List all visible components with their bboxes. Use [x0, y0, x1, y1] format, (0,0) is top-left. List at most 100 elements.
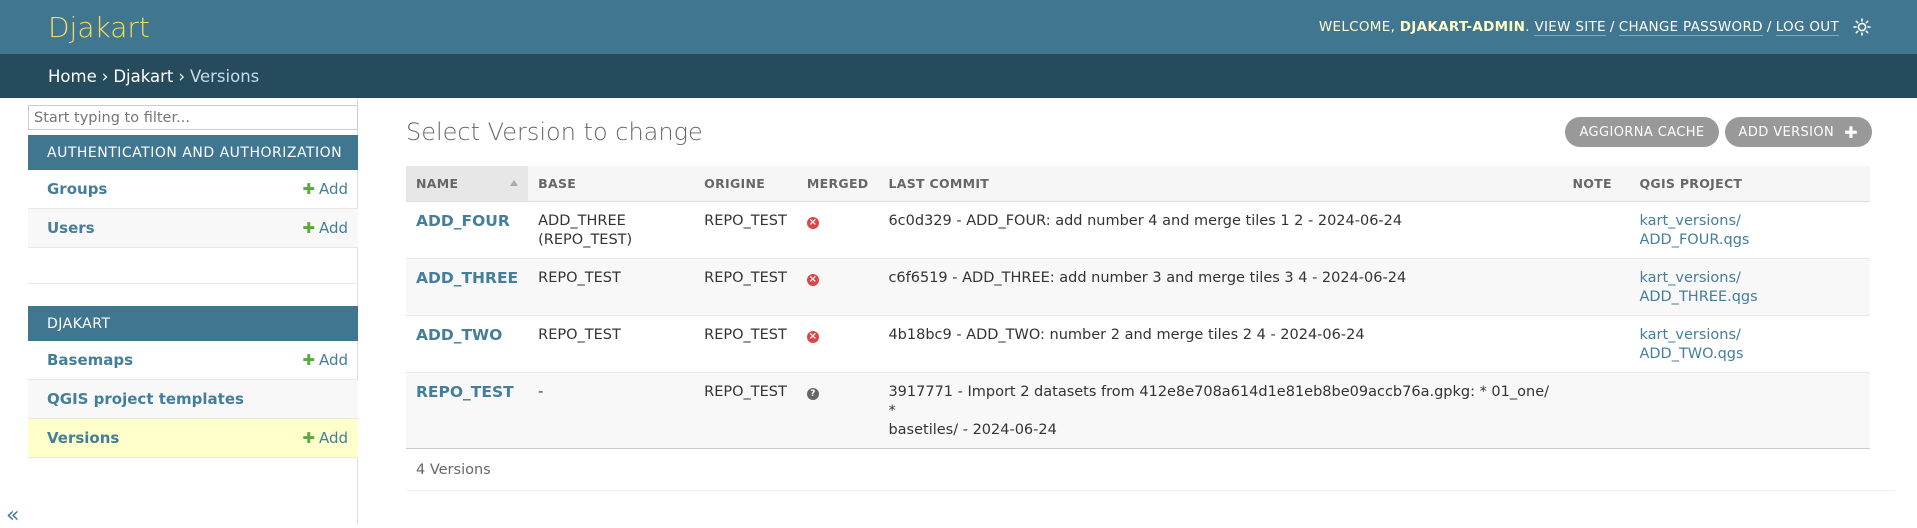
version-name-link[interactable]: ADD_THREE: [416, 269, 518, 287]
commit-line: basetiles/ - 2024-06-24: [888, 422, 1057, 438]
breadcrumb-separator: ›: [101, 66, 109, 86]
merged-no-icon: ×: [806, 331, 819, 343]
table-row: REPO_TEST - REPO_TEST ? 3917771 - Import…: [406, 372, 1870, 449]
module-caption-djakart[interactable]: DJAKART: [28, 306, 358, 341]
refresh-cache-button[interactable]: AGGIORNA CACHE: [1565, 117, 1719, 147]
user-tools: WELCOME, DJAKART-ADMIN. VIEW SITE / CHAN…: [1319, 18, 1871, 36]
column-header-note[interactable]: NOTE: [1562, 166, 1630, 202]
note-cell: [1562, 315, 1630, 373]
plus-icon: ✚: [302, 219, 315, 237]
last-commit-cell: 6c0d329 - ADD_FOUR: add number 4 and mer…: [878, 201, 1563, 259]
plus-icon: ✚: [302, 180, 315, 198]
merged-cell: ×: [796, 258, 879, 316]
add-users-button[interactable]: ✚ Add: [302, 219, 348, 237]
qgis-project-cell: kart_versions/ADD_THREE.qgs: [1629, 258, 1870, 316]
table-row: ADD_THREE REPO_TEST REPO_TEST × c6f6519 …: [406, 258, 1870, 316]
plus-icon: ✚: [1844, 122, 1858, 142]
auth-module: AUTHENTICATION AND AUTHORIZATION Groups …: [28, 135, 358, 284]
column-label: NAME: [416, 176, 459, 191]
version-name-link[interactable]: REPO_TEST: [416, 383, 514, 401]
sidebar-item-label[interactable]: QGIS project templates: [47, 390, 244, 408]
sidebar-item-users: Users ✚ Add: [28, 209, 358, 248]
toggle-sidebar-button[interactable]: «: [6, 503, 19, 528]
module-spacer: [28, 248, 358, 284]
sort-ascending-icon[interactable]: [510, 180, 519, 186]
column-label: ORIGINE: [704, 176, 766, 191]
last-commit-cell: 3917771 - Import 2 datasets from 412e8e7…: [878, 372, 1563, 449]
qgis-file: ADD_THREE.qgs: [1639, 289, 1758, 305]
sidebar-item-basemaps: Basemaps ✚ Add: [28, 341, 358, 380]
paginator: 4 Versions: [406, 449, 1895, 491]
change-password-link[interactable]: CHANGE PASSWORD: [1618, 19, 1763, 36]
origine-cell: REPO_TEST: [694, 258, 797, 316]
column-label: QGIS PROJECT: [1639, 176, 1743, 191]
result-count: 4 Versions: [416, 461, 491, 478]
column-label: LAST COMMIT: [888, 176, 990, 191]
last-commit-cell: c6f6519 - ADD_THREE: add number 3 and me…: [878, 258, 1563, 316]
breadcrumb-current: Versions: [189, 66, 260, 86]
add-label: Add: [318, 219, 348, 237]
column-header-name[interactable]: NAME: [406, 166, 529, 202]
plus-icon: ✚: [302, 351, 315, 369]
column-header-qgis-project[interactable]: QGIS PROJECT: [1629, 166, 1870, 202]
note-cell: [1562, 258, 1630, 316]
version-name-link[interactable]: ADD_TWO: [416, 326, 502, 344]
column-label: MERGED: [806, 176, 869, 191]
base-cell: REPO_TEST: [528, 315, 695, 373]
module-caption-auth[interactable]: AUTHENTICATION AND AUTHORIZATION: [28, 135, 358, 170]
column-header-last-commit[interactable]: LAST COMMIT: [878, 166, 1563, 202]
site-brand[interactable]: Djakart: [48, 11, 150, 44]
log-out-link[interactable]: LOG OUT: [1775, 19, 1839, 36]
plus-icon: ✚: [302, 429, 315, 447]
header: Djakart WELCOME, DJAKART-ADMIN. VIEW SIT…: [0, 0, 1917, 54]
sidebar-item-label[interactable]: Users: [47, 219, 95, 237]
refresh-cache-label: AGGIORNA CACHE: [1579, 124, 1705, 140]
qgis-project-cell: [1629, 372, 1870, 449]
merged-cell: ×: [796, 201, 879, 259]
add-version-label: ADD VERSION: [1738, 124, 1835, 140]
results-table: NAME BASE ORIGINE MERGED LAST COMMIT NOT…: [406, 166, 1870, 449]
breadcrumb-home[interactable]: Home: [48, 67, 97, 86]
content: Select Version to change AGGIORNA CACHE …: [358, 98, 1917, 524]
username: DJAKART-ADMIN: [1399, 19, 1526, 35]
sun-icon[interactable]: [1853, 18, 1871, 36]
object-tools: AGGIORNA CACHE ADD VERSION ✚: [1565, 117, 1872, 147]
separator: /: [1766, 19, 1772, 35]
add-version-button[interactable]: ADD VERSION ✚: [1724, 117, 1872, 147]
sidebar-item-label[interactable]: Versions: [47, 429, 119, 447]
add-versions-button[interactable]: ✚ Add: [302, 429, 348, 447]
breadcrumb-djakart[interactable]: Djakart: [113, 67, 173, 86]
column-label: NOTE: [1572, 176, 1612, 191]
column-header-base[interactable]: BASE: [528, 166, 695, 202]
qgis-project-link[interactable]: kart_versions/ADD_TWO.qgs: [1639, 327, 1743, 362]
column-header-origine[interactable]: ORIGINE: [694, 166, 797, 202]
breadcrumb-separator: ›: [178, 66, 185, 86]
merged-unknown-icon: ?: [806, 388, 819, 400]
add-label: Add: [318, 180, 348, 198]
note-cell: [1562, 201, 1630, 259]
qgis-project-link[interactable]: kart_versions/ADD_THREE.qgs: [1639, 270, 1757, 305]
view-site-link[interactable]: VIEW SITE: [1534, 19, 1606, 36]
nav-sidebar: AUTHENTICATION AND AUTHORIZATION Groups …: [0, 98, 358, 528]
add-basemaps-button[interactable]: ✚ Add: [302, 351, 348, 369]
sidebar-item-label[interactable]: Basemaps: [47, 351, 133, 369]
sidebar-item-label[interactable]: Groups: [47, 180, 107, 198]
column-label: BASE: [538, 176, 577, 191]
merged-cell: ×: [796, 315, 879, 373]
qgis-project-cell: kart_versions/ADD_TWO.qgs: [1629, 315, 1870, 373]
version-name-link[interactable]: ADD_FOUR: [416, 212, 510, 230]
table-row: ADD_TWO REPO_TEST REPO_TEST × 4b18bc9 - …: [406, 315, 1870, 373]
sidebar-filter-input[interactable]: [28, 105, 358, 130]
merged-cell: ?: [796, 372, 879, 449]
add-label: Add: [318, 351, 348, 369]
qgis-path: kart_versions/: [1639, 270, 1741, 286]
add-label: Add: [318, 429, 348, 447]
origine-cell: REPO_TEST: [694, 201, 797, 259]
sidebar-item-qgis-project-templates: QGIS project templates: [28, 380, 358, 419]
sidebar-item-groups: Groups ✚ Add: [28, 170, 358, 209]
add-groups-button[interactable]: ✚ Add: [302, 180, 348, 198]
base-cell: REPO_TEST: [528, 258, 695, 316]
qgis-project-link[interactable]: kart_versions/ADD_FOUR.qgs: [1639, 213, 1749, 248]
merged-no-icon: ×: [806, 274, 819, 286]
column-header-merged[interactable]: MERGED: [796, 166, 879, 202]
